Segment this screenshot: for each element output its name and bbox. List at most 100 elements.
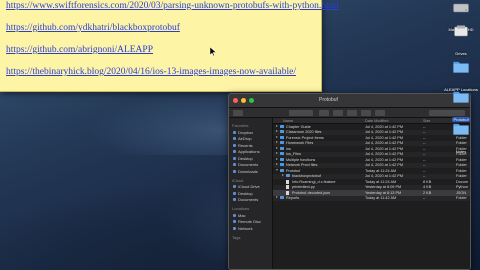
clock-icon: [233, 143, 236, 147]
row-date: Jul 4, 2020 at 1:42 PM: [365, 152, 403, 156]
row-name: ios_Files: [286, 152, 301, 156]
disclosure-triangle-icon[interactable]: [276, 157, 278, 160]
row-size: --: [423, 174, 426, 178]
sidebar-item-icloud-documents[interactable]: Documents: [229, 197, 272, 204]
row-date: Jul 4, 2020 at 1:42 PM: [365, 157, 403, 162]
window-title: Protobuf: [319, 97, 338, 103]
folder-icon: [280, 163, 284, 166]
file-icon: [286, 185, 289, 189]
table-row[interactable]: Reports Today at 11:42 AM -- Folder: [273, 195, 470, 201]
disclosure-triangle-icon[interactable]: [276, 124, 278, 127]
desktop-icon-item[interactable]: Notes: [441, 122, 480, 158]
disclosure-triangle-icon[interactable]: [276, 146, 278, 149]
laptop-icon: [233, 213, 236, 217]
folder-icon: [280, 146, 284, 150]
row-name: Homework Files: [286, 141, 314, 145]
row-size: 2 KB: [423, 190, 432, 195]
disclosure-triangle-icon[interactable]: [276, 196, 278, 198]
folder-icon: [280, 124, 284, 128]
desktop-icon-label: Drives: [455, 51, 467, 56]
disclosure-triangle-icon[interactable]: [276, 152, 278, 154]
document-icon: [233, 163, 236, 167]
zoom-icon[interactable]: [249, 98, 254, 103]
row-size: --: [423, 135, 426, 140]
link-blackboxprotobuf[interactable]: https://github.com/ydkhatri/blackboxprot…: [6, 23, 180, 33]
group-icon[interactable]: [319, 110, 329, 116]
row-date: Yesterday at 8:09 PM: [365, 185, 402, 189]
folder-icon: [280, 135, 284, 139]
sidebar-header-tags: Tags: [232, 234, 241, 240]
desktop-icon-item[interactable]: Protobuf: [441, 90, 480, 126]
link-swiftforensics[interactable]: https://www.swiftforensics.com/2020/03/p…: [6, 1, 339, 11]
link-thebinaryhick[interactable]: https://thebinaryhick.blog/2020/04/16/io…: [6, 67, 296, 77]
finder-window: Protobuf Favorites Dropbox AirDrop Recen…: [228, 93, 471, 270]
back-icon[interactable]: [233, 110, 243, 116]
disclosure-triangle-icon[interactable]: [276, 130, 278, 132]
row-date: Jul 4, 2020 at 1:42 PM: [365, 141, 403, 145]
row-kind: JSON: [456, 190, 467, 195]
file-icon: [286, 179, 289, 184]
disclosure-triangle-icon[interactable]: [276, 135, 278, 138]
row-date: Today at 11:24 AM: [365, 168, 397, 173]
sidebar-item-downloads[interactable]: Downloads: [229, 168, 272, 175]
disclosure-triangle-icon[interactable]: [276, 168, 278, 171]
drive-icon: [454, 25, 468, 37]
hard-drive-icon: [453, 3, 469, 13]
row-kind: Folder: [456, 174, 467, 178]
notes-window: https://www.swiftforensics.com/2020/03/p…: [0, 0, 339, 92]
row-size: --: [423, 130, 426, 134]
action-icon[interactable]: [361, 110, 371, 116]
disc-icon: [233, 220, 236, 224]
row-date: Today at 11:24 AM: [365, 179, 397, 184]
desktop-icon-label: Notes: [455, 149, 467, 154]
row-date: Yesterday at 8:13 PM: [365, 190, 402, 195]
tag-icon[interactable]: [347, 110, 357, 116]
row-size: 8 KB: [423, 179, 432, 184]
folder-icon: [453, 91, 469, 103]
folder-icon: [453, 61, 469, 73]
row-size: --: [423, 168, 426, 173]
row-size: 4 KB: [423, 185, 432, 189]
close-icon[interactable]: [233, 98, 238, 103]
sidebar-item-network[interactable]: Network: [229, 225, 272, 232]
dropbox-icon[interactable]: [375, 110, 385, 116]
finder-titlebar: Protobuf: [229, 94, 470, 108]
view-icon[interactable]: [289, 110, 313, 116]
folder-icon: [453, 123, 469, 135]
minimize-icon[interactable]: [241, 98, 246, 103]
disclosure-triangle-icon[interactable]: [282, 174, 284, 176]
applications-icon: [233, 150, 236, 154]
folder-icon: [280, 152, 284, 155]
link-aleapp[interactable]: https://github.com/abrignoni/ALEAPP: [6, 45, 153, 55]
folder-icon: [280, 168, 284, 172]
folder-icon: [280, 196, 284, 199]
row-kind: Python: [456, 185, 468, 189]
row-size: --: [423, 152, 426, 156]
row-size: --: [423, 196, 426, 200]
row-kind: Folder: [456, 196, 467, 200]
row-kind: Folder: [456, 157, 467, 162]
row-name: ios: [286, 146, 291, 151]
row-date: Jul 4, 2020 at 1:42 PM: [365, 130, 403, 134]
globe-icon: [233, 226, 236, 230]
column-size[interactable]: Size: [423, 119, 430, 123]
disclosure-triangle-icon[interactable]: [276, 163, 278, 165]
folder-icon: [280, 157, 284, 161]
row-kind: Folder: [456, 163, 467, 167]
disclosure-triangle-icon[interactable]: [276, 141, 278, 143]
row-size: --: [423, 141, 426, 145]
column-date-modified[interactable]: Date Modified: [365, 119, 388, 123]
row-date: Jul 4, 2020 at 1:42 PM: [365, 124, 403, 129]
finder-toolbar: [229, 108, 470, 118]
row-size: --: [423, 124, 426, 129]
row-size: --: [423, 146, 426, 151]
desktop-icon-item[interactable]: Drives: [441, 24, 480, 60]
folder-icon: [280, 130, 284, 133]
airdrop-icon: [233, 137, 236, 141]
share-icon[interactable]: [333, 110, 343, 116]
row-name: Classroom 2020 files: [286, 130, 322, 134]
column-name[interactable]: Name: [283, 119, 293, 123]
row-name: Protobuf: [286, 168, 301, 173]
row-name: Chapter Guide: [286, 124, 311, 129]
row-name: printedtext.py: [292, 185, 315, 189]
